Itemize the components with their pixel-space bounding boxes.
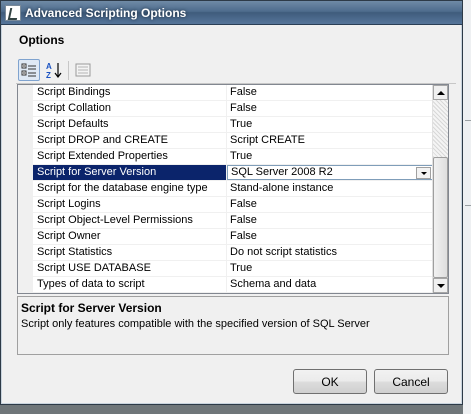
description-title: Script for Server Version [21,301,162,315]
vertical-scrollbar[interactable] [432,85,448,293]
cancel-button[interactable]: Cancel [374,369,448,394]
property-value[interactable]: Schema and data [227,277,433,292]
property-name[interactable]: Script for the database engine type [33,181,227,196]
property-value-text: SQL Server 2008 R2 [231,166,333,178]
property-value[interactable]: False [227,197,433,212]
property-pages-button[interactable] [72,59,94,81]
property-row[interactable]: Script Object-Level Permissions False [33,213,433,229]
property-rows: Script Bindings False Script Collation Fals… [33,85,433,293]
svg-text:Z: Z [46,71,51,79]
property-name[interactable]: Script Collation [33,101,227,116]
background-divider [465,205,471,206]
app-icon [5,4,21,21]
property-value-text: False [230,86,257,98]
property-value-text: True [230,150,253,162]
arrow-down-icon [436,283,445,288]
property-name[interactable]: Script Statistics [33,245,227,260]
grid-gutter [18,85,33,293]
background-window [463,0,471,414]
property-name[interactable]: Script Object-Level Permissions [33,213,227,228]
property-value-text: True [230,118,253,130]
property-name[interactable]: Script Owner [33,229,227,244]
property-row[interactable]: Script Owner False [33,229,433,245]
property-row[interactable]: Types of data to script Schema and data [33,277,433,293]
property-value-text: False [230,230,257,242]
property-name[interactable]: Script Defaults [33,117,227,132]
property-row[interactable]: Script Defaults True [33,117,433,133]
arrow-up-icon [436,90,445,95]
property-value[interactable]: Script CREATE [227,133,433,148]
property-value[interactable]: False [227,213,433,228]
categorized-view-icon [21,63,36,77]
property-value-text: False [230,214,257,226]
property-name[interactable]: Script DROP and CREATE [33,133,227,148]
property-row[interactable]: Script for Server Version SQL Server 2008… [33,165,433,181]
title-bar[interactable]: Advanced Scripting Options [1,1,462,25]
window-title: Advanced Scripting Options [25,5,187,20]
property-value[interactable]: True [227,149,433,164]
background-divider [465,120,471,121]
property-pages-icon [75,63,91,77]
property-value-text: False [230,102,257,114]
description-text: Script only features compatible with the… [21,318,370,330]
alphabetical-sort-button[interactable]: A Z [43,59,65,81]
property-value-text: Stand-alone instance [230,182,334,194]
scroll-up-button[interactable] [433,85,448,100]
property-grid-toolbar: A Z [16,58,456,84]
property-value-text: Schema and data [230,278,317,290]
property-name[interactable]: Script Logins [33,197,227,212]
property-row[interactable]: Script USE DATABASE True [33,261,433,277]
property-grid: Script Bindings False Script Collation Fals… [17,84,449,294]
property-value[interactable]: False [227,85,433,100]
property-value[interactable]: False [227,229,433,244]
dropdown-button[interactable] [416,167,431,179]
property-name[interactable]: Script USE DATABASE [33,261,227,276]
alphabetical-sort-icon: A Z [46,62,62,79]
advanced-scripting-options-dialog: Advanced Scripting Options Options A Z S… [0,0,463,405]
property-row[interactable]: Script Bindings False [33,85,433,101]
scroll-down-button[interactable] [433,278,448,293]
property-value-text: Do not script statistics [230,246,337,258]
description-panel: Script for Server Version Script only fe… [17,296,449,355]
chevron-down-icon [420,171,427,175]
property-value[interactable]: Stand-alone instance [227,181,433,196]
options-label: Options [19,33,65,47]
property-name[interactable]: Script Extended Properties [33,149,227,164]
property-value-text: Script CREATE [230,134,305,146]
property-value[interactable]: True [227,117,433,132]
property-row[interactable]: Script for the database engine type Stand… [33,181,433,197]
server-version-select[interactable]: SQL Server 2008 R2 [227,165,433,180]
scroll-thumb[interactable] [433,157,448,278]
property-row[interactable]: Script Logins False [33,197,433,213]
categorized-view-button[interactable] [18,59,40,81]
property-value[interactable]: Do not script statistics [227,245,433,260]
property-name[interactable]: Types of data to script [33,277,227,292]
svg-text:A: A [46,62,52,71]
toolbar-separator [68,61,69,80]
ok-button[interactable]: OK [293,369,367,394]
property-value-text: False [230,198,257,210]
property-value[interactable]: True [227,261,433,276]
property-name[interactable]: Script for Server Version [33,165,227,180]
property-row[interactable]: Script DROP and CREATE Script CREATE [33,133,433,149]
property-value-text: True [230,262,253,274]
property-row[interactable]: Script Statistics Do not script statistic… [33,245,433,261]
property-row[interactable]: Script Extended Properties True [33,149,433,165]
property-row[interactable]: Script Collation False [33,101,433,117]
property-value[interactable]: False [227,101,433,116]
property-name[interactable]: Script Bindings [33,85,227,100]
